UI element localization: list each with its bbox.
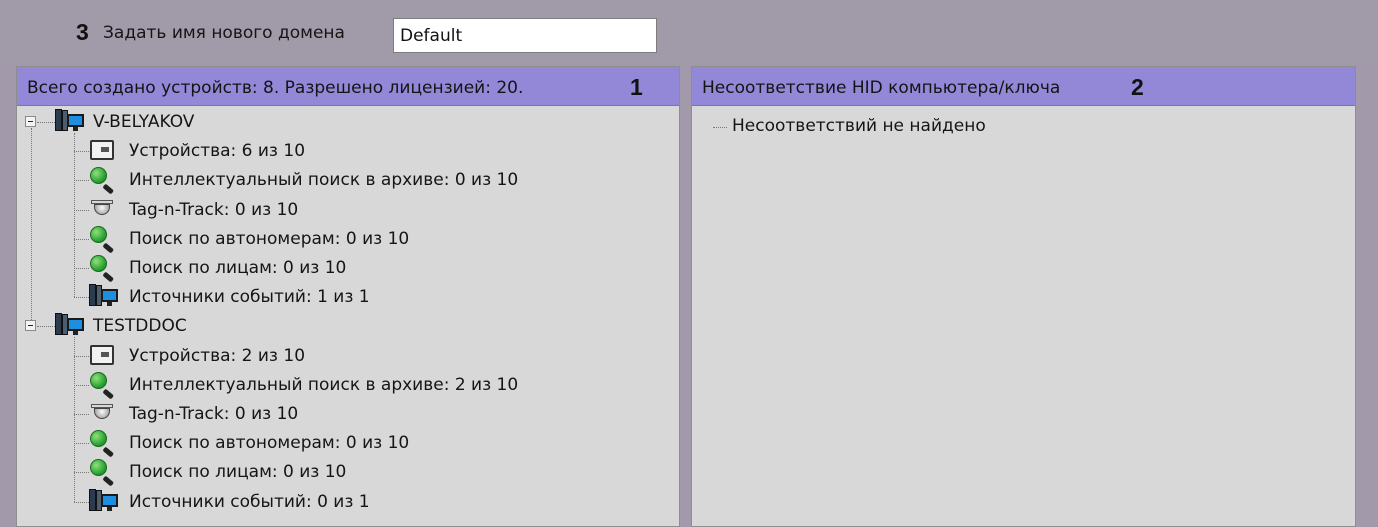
domain-name-input[interactable]	[393, 18, 657, 53]
tree-connector	[37, 122, 55, 123]
tree-connector	[74, 501, 89, 503]
license-item-label[interactable]: Поиск по автономерам: 0 из 10	[129, 433, 409, 453]
tree-connector	[74, 443, 89, 445]
hid-mismatch-message: Несоответствий не найдено	[732, 116, 986, 136]
license-item-label[interactable]: Tag-n-Track: 0 из 10	[129, 404, 298, 424]
license-item-label[interactable]: Tag-n-Track: 0 из 10	[129, 200, 298, 220]
tree-connector	[74, 151, 89, 153]
tree-connector	[74, 384, 89, 386]
licenses-summary-title: Всего создано устройств: 8. Разрешено ли…	[27, 78, 524, 98]
tree-connector	[37, 326, 55, 328]
licenses-panel-header: Всего создано устройств: 8. Разрешено ли…	[17, 67, 679, 106]
magnifier-icon	[90, 167, 116, 195]
computer-icon	[89, 284, 119, 308]
licenses-panel: Всего создано устройств: 8. Разрешено ли…	[16, 66, 680, 527]
collapse-toggle[interactable]	[25, 320, 36, 332]
step-number-1: 1	[630, 74, 643, 100]
hid-mismatch-title: Несоответствие HID компьютера/ключа	[702, 78, 1061, 98]
camera-icon	[90, 140, 114, 161]
tree-connector	[74, 180, 89, 182]
magnifier-icon	[90, 225, 116, 254]
dome-camera-icon	[89, 197, 115, 217]
step-number-3: 3	[76, 19, 89, 45]
step-number-2: 2	[1131, 74, 1144, 100]
computer-icon	[55, 109, 85, 133]
dome-camera-icon	[89, 401, 115, 421]
license-item-label[interactable]: Устройства: 6 из 10	[129, 141, 305, 161]
collapse-toggle[interactable]	[25, 116, 36, 127]
magnifier-icon	[90, 430, 116, 458]
computer-node-label[interactable]: TESTDDOC	[93, 316, 187, 336]
magnifier-icon	[90, 371, 116, 400]
license-item-label[interactable]: Поиск по лицам: 0 из 10	[129, 462, 346, 482]
tree-connector	[31, 128, 32, 321]
tree-connector	[74, 209, 89, 211]
domain-toolbar: 3 Задать имя нового домена	[0, 0, 1378, 62]
domain-name-label: Задать имя нового домена	[103, 23, 345, 43]
magnifier-icon	[90, 255, 116, 283]
tree-connector	[74, 472, 89, 474]
tree-connector	[74, 133, 75, 298]
license-item-label[interactable]: Источники событий: 0 из 1	[129, 492, 370, 512]
tree-connector	[74, 337, 75, 502]
license-tree[interactable]: V-BELYAKOV Устройства: 6 из 10 Интеллектуа…	[17, 107, 679, 527]
license-item-label[interactable]: Устройства: 2 из 10	[129, 346, 305, 366]
tree-connector	[713, 127, 727, 128]
hid-mismatch-panel: Несоответствие HID компьютера/ключа 2 Не…	[691, 66, 1356, 527]
hid-panel-header: Несоответствие HID компьютера/ключа 2	[692, 67, 1355, 106]
tree-connector	[74, 414, 89, 415]
computer-icon	[89, 488, 119, 513]
computer-icon	[55, 313, 85, 337]
camera-icon	[90, 344, 114, 365]
license-item-label[interactable]: Поиск по лицам: 0 из 10	[129, 258, 346, 278]
computer-node-label[interactable]: V-BELYAKOV	[93, 112, 194, 132]
magnifier-icon	[90, 459, 116, 487]
license-item-label[interactable]: Источники событий: 1 из 1	[129, 287, 370, 307]
tree-connector	[74, 238, 89, 240]
license-item-label[interactable]: Интеллектуальный поиск в архиве: 2 из 10	[129, 375, 518, 395]
tree-connector	[74, 297, 89, 299]
tree-connector	[74, 268, 89, 269]
hid-mismatch-list: Несоответствий не найдено	[692, 107, 1355, 527]
license-item-label[interactable]: Интеллектуальный поиск в архиве: 0 из 10	[129, 170, 518, 190]
license-item-label[interactable]: Поиск по автономерам: 0 из 10	[129, 229, 409, 249]
tree-connector	[74, 355, 89, 357]
